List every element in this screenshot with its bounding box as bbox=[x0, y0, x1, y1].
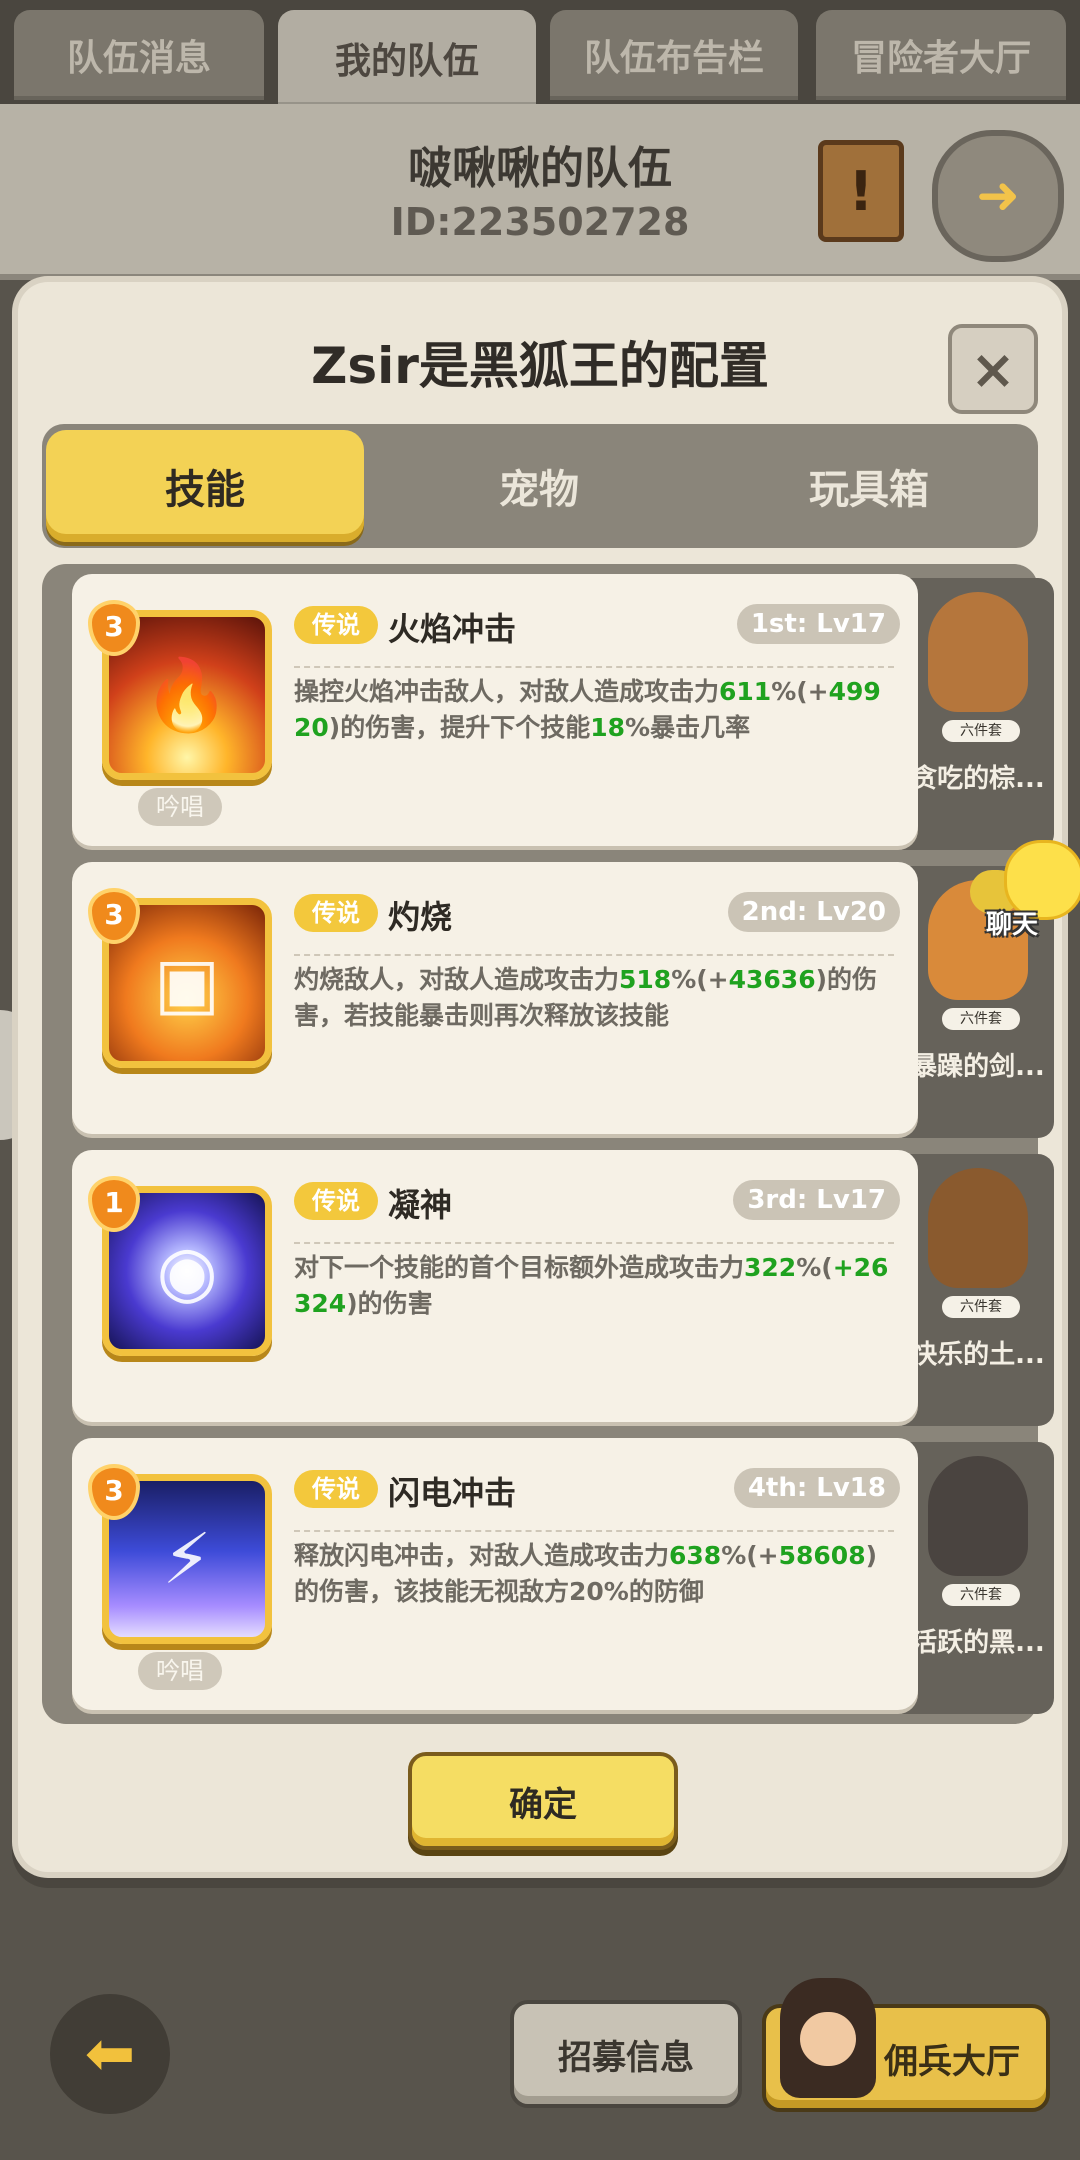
tab-pets[interactable]: 宠物 bbox=[380, 430, 698, 542]
skill-name: 闪电冲击 bbox=[388, 1474, 517, 1512]
pet-slot-1[interactable]: 六件套 贪吃的棕... bbox=[902, 578, 1054, 850]
skill-text: %暴击几率 bbox=[625, 713, 751, 742]
skill-value: 18 bbox=[590, 713, 626, 742]
rarity-tag: 传说 bbox=[294, 894, 378, 932]
mercenary-hall-button[interactable]: 佣兵大厅 bbox=[762, 1978, 1050, 2112]
skill-text: 对下一个技能的首个目标额外造成攻击力 bbox=[294, 1253, 745, 1282]
skill-name: 凝神 bbox=[388, 1186, 453, 1224]
back-button[interactable]: ⬅ bbox=[50, 1994, 170, 2114]
loadout-dialog: Zsir是黑狐王的配置 × 技能 宠物 玩具箱 六件套 贪吃的棕... 🔥 3 … bbox=[18, 282, 1062, 1872]
team-header: 啵啾啾的队伍 ID:223502728 ! ➜ bbox=[0, 104, 1080, 280]
rarity-tag: 传说 bbox=[294, 606, 378, 644]
tab-my-team[interactable]: 我的队伍 bbox=[278, 10, 536, 106]
pet-set-badge: 六件套 bbox=[942, 1584, 1020, 1606]
skill-value: 611 bbox=[719, 677, 772, 706]
skill-name: 灼烧 bbox=[388, 898, 453, 936]
skill-slot-level: 1st: Lv17 bbox=[736, 604, 900, 644]
skill-text: %(+ bbox=[771, 677, 829, 706]
skill-card-3[interactable]: ◉ 1 传说 凝神 3rd: Lv17 对下一个技能的首个目标额外造成攻击力32… bbox=[72, 1150, 918, 1422]
skill-slot-level: 3rd: Lv17 bbox=[733, 1180, 900, 1220]
skill-text: 操控火焰冲击敌人，对敌人造成攻击力 bbox=[294, 677, 720, 706]
skill-value: 58608 bbox=[778, 1541, 866, 1570]
skill-text: 释放闪电冲击，对敌人造成攻击力 bbox=[294, 1541, 670, 1570]
chant-tag: 吟唱 bbox=[138, 1652, 222, 1690]
dialog-title: Zsir是黑狐王的配置 bbox=[311, 337, 769, 395]
chant-tag: 吟唱 bbox=[138, 788, 222, 826]
skill-list: 六件套 贪吃的棕... 🔥 3 吟唱 传说 火焰冲击 1st: Lv17 操控火… bbox=[42, 564, 1054, 1724]
pet-set-badge: 六件套 bbox=[942, 1296, 1020, 1318]
pet-figure-icon bbox=[928, 592, 1028, 712]
mercenary-avatar-icon bbox=[780, 1978, 876, 2098]
skill-text: %(+ bbox=[721, 1541, 779, 1570]
recruit-info-button[interactable]: 招募信息 bbox=[510, 2000, 742, 2108]
skill-description: 灼烧敌人，对敌人造成攻击力518%(+43636)的伤害，若技能暴击则再次释放该… bbox=[294, 962, 898, 1034]
skill-text: %( bbox=[796, 1253, 833, 1282]
tab-toy-box[interactable]: 玩具箱 bbox=[710, 430, 1028, 542]
pet-slot-3[interactable]: 六件套 快乐的土... bbox=[902, 1154, 1054, 1426]
skill-slot-level: 4th: Lv18 bbox=[733, 1468, 900, 1508]
pet-name: 暴躁的剑... bbox=[911, 1052, 1045, 1082]
divider bbox=[294, 954, 894, 956]
divider bbox=[294, 1242, 894, 1244]
tab-skills[interactable]: 技能 bbox=[46, 430, 364, 542]
top-tab-bar: 队伍消息 我的队伍 队伍布告栏 冒险者大厅 bbox=[0, 0, 1080, 106]
skill-description: 对下一个技能的首个目标额外造成攻击力322%(+26324)的伤害 bbox=[294, 1250, 898, 1322]
skill-text: 灼烧敌人，对敌人造成攻击力 bbox=[294, 965, 620, 994]
pet-set-badge: 六件套 bbox=[942, 720, 1020, 742]
rarity-tag: 传说 bbox=[294, 1182, 378, 1220]
skill-text: )的伤害，提升下个技能 bbox=[328, 713, 591, 742]
exit-team-icon[interactable]: ➜ bbox=[932, 130, 1064, 262]
skill-name: 火焰冲击 bbox=[388, 610, 517, 648]
close-button[interactable]: × bbox=[948, 324, 1038, 414]
skill-card-1[interactable]: 🔥 3 吟唱 传说 火焰冲击 1st: Lv17 操控火焰冲击敌人，对敌人造成攻… bbox=[72, 574, 918, 846]
rarity-tag: 传说 bbox=[294, 1470, 378, 1508]
notice-scroll-icon[interactable]: ! bbox=[818, 140, 904, 242]
pet-slot-4[interactable]: 六件套 活跃的黑... bbox=[902, 1442, 1054, 1714]
pet-set-badge: 六件套 bbox=[942, 1008, 1020, 1030]
skill-value: 518 bbox=[619, 965, 672, 994]
skill-description: 操控火焰冲击敌人，对敌人造成攻击力611%(+49920)的伤害，提升下个技能1… bbox=[294, 674, 898, 746]
skill-description: 释放闪电冲击，对敌人造成攻击力638%(+58608)的伤害，该技能无视敌方20… bbox=[294, 1538, 898, 1610]
chat-label: 聊天 bbox=[986, 910, 1039, 940]
back-arrow-icon: ⬅ bbox=[84, 2019, 136, 2089]
team-name: 啵啾啾的队伍 bbox=[408, 143, 672, 194]
pet-name: 贪吃的棕... bbox=[911, 764, 1045, 794]
divider bbox=[294, 666, 894, 668]
pet-name: 活跃的黑... bbox=[911, 1628, 1045, 1658]
team-id: ID:223502728 bbox=[390, 200, 690, 244]
confirm-button[interactable]: 确定 bbox=[408, 1752, 678, 1850]
tab-team-bulletin[interactable]: 队伍布告栏 bbox=[550, 10, 798, 100]
skill-value: 638 bbox=[669, 1541, 722, 1570]
pet-figure-icon bbox=[928, 1456, 1028, 1576]
skill-text: )的伤害 bbox=[346, 1289, 433, 1318]
pet-name: 快乐的土... bbox=[911, 1340, 1045, 1370]
tab-adventurer-hall[interactable]: 冒险者大厅 bbox=[816, 10, 1066, 100]
skill-value: 322 bbox=[744, 1253, 797, 1282]
divider bbox=[294, 1530, 894, 1532]
tab-team-messages[interactable]: 队伍消息 bbox=[14, 10, 264, 100]
skill-slot-level: 2nd: Lv20 bbox=[727, 892, 900, 932]
close-icon: × bbox=[970, 337, 1016, 401]
pet-figure-icon bbox=[928, 1168, 1028, 1288]
loadout-tab-bar: 技能 宠物 玩具箱 bbox=[42, 424, 1038, 548]
skill-value: 43636 bbox=[728, 965, 816, 994]
skill-text: %(+ bbox=[671, 965, 729, 994]
skill-card-2[interactable]: ▣ 3 传说 灼烧 2nd: Lv20 灼烧敌人，对敌人造成攻击力518%(+4… bbox=[72, 862, 918, 1134]
chat-button[interactable]: 聊天 bbox=[970, 840, 1080, 950]
skill-card-4[interactable]: ⚡ 3 吟唱 传说 闪电冲击 4th: Lv18 释放闪电冲击，对敌人造成攻击力… bbox=[72, 1438, 918, 1710]
mercenary-hall-label: 佣兵大厅 bbox=[884, 2042, 1020, 2082]
